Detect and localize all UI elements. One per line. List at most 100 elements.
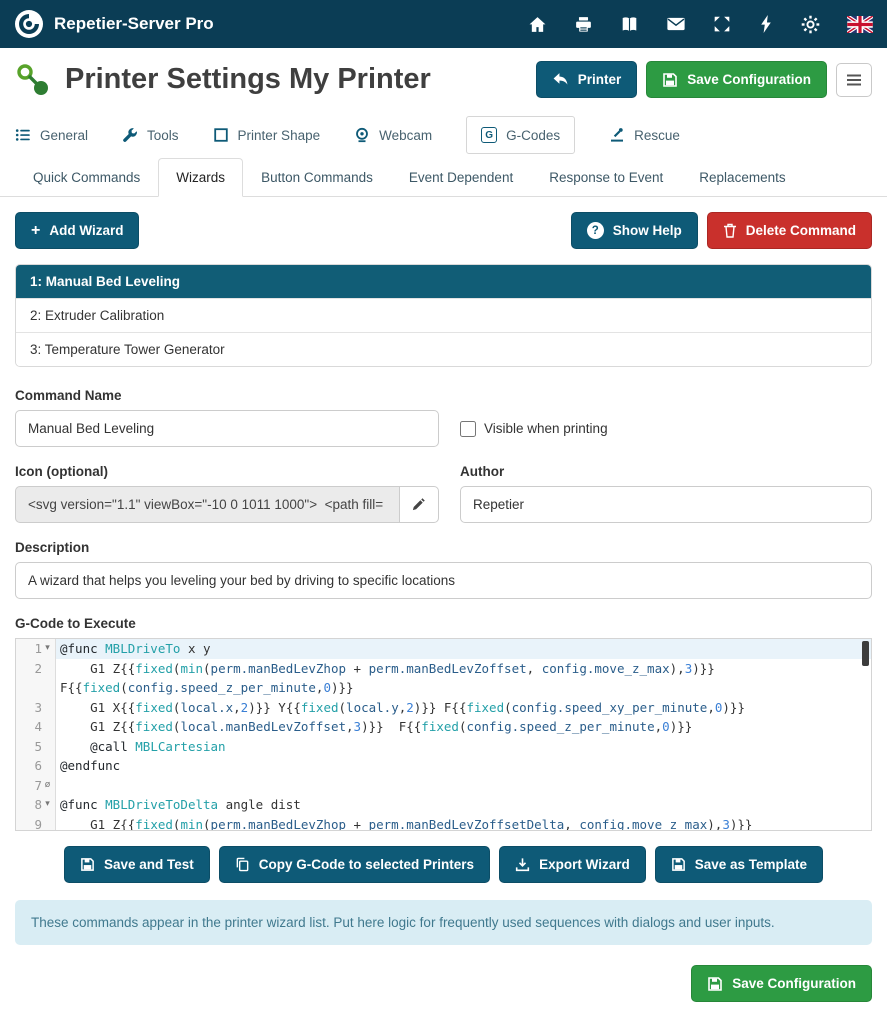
save-icon: [671, 857, 686, 872]
editor-gutter: 9: [16, 815, 56, 832]
fold-marker-icon: [42, 698, 53, 718]
editor-line-code[interactable]: G1 Z{{fixed(min(perm.manBedLevZhop + per…: [56, 815, 871, 832]
editor-line[interactable]: 4 G1 Z{{fixed(local.manBedLevZoffset,3)}…: [16, 717, 871, 737]
info-box: These commands appear in the printer wiz…: [15, 900, 872, 945]
editor-line-code[interactable]: @endfunc: [56, 756, 871, 776]
tab-printer-shape[interactable]: Printer Shape: [213, 117, 321, 153]
editor-line-code[interactable]: @call MBLCartesian: [56, 737, 871, 757]
wizard-list-item-2[interactable]: 2: Extruder Calibration: [16, 298, 871, 332]
editor-gutter: 3: [16, 698, 56, 718]
fold-marker-icon: [42, 756, 53, 776]
save-icon: [80, 857, 95, 872]
gear-icon[interactable]: [801, 15, 820, 34]
editor-line[interactable]: 9 G1 Z{{fixed(min(perm.manBedLevZhop + p…: [16, 815, 871, 832]
export-wizard-button[interactable]: Export Wizard: [499, 846, 646, 883]
expand-arrows-icon[interactable]: [713, 15, 731, 33]
editor-line-code[interactable]: @func MBLDriveTo x y: [56, 639, 871, 659]
fold-marker-icon: [42, 717, 53, 737]
header-menu-button[interactable]: [836, 63, 872, 97]
editor-line-code[interactable]: @func MBLDriveToDelta angle dist: [56, 795, 871, 815]
editor-scrollbar-thumb[interactable]: [862, 641, 869, 666]
save-configuration-button-top[interactable]: Save Configuration: [646, 61, 827, 98]
bolt-icon[interactable]: [758, 15, 774, 33]
subtab-replacements[interactable]: Replacements: [681, 158, 803, 197]
subtab-event-dependent[interactable]: Event Dependent: [391, 158, 531, 197]
save-configuration-button-bottom[interactable]: Save Configuration: [691, 965, 872, 1002]
fold-marker-icon: [42, 815, 53, 832]
description-label: Description: [15, 540, 872, 555]
wizard-list: 1: Manual Bed Leveling 2: Extruder Calib…: [15, 264, 872, 367]
save-and-test-button[interactable]: Save and Test: [64, 846, 210, 883]
editor-line[interactable]: 2 G1 Z{{fixed(min(perm.manBedLevZhop + p…: [16, 659, 871, 679]
page-title: Printer Settings My Printer: [65, 63, 431, 96]
save-as-template-button[interactable]: Save as Template: [655, 846, 823, 883]
fold-marker-icon[interactable]: ▾: [42, 639, 53, 659]
save-icon: [707, 976, 723, 992]
editor-line[interactable]: F{{fixed(config.speed_z_per_minute,0)}}: [16, 678, 871, 698]
tab-rescue[interactable]: Rescue: [609, 117, 680, 153]
visible-when-printing-label: Visible when printing: [484, 421, 608, 436]
edit-icon-button[interactable]: [399, 486, 439, 523]
tab-gcodes[interactable]: G G-Codes: [466, 116, 575, 154]
editor-gutter: 5: [16, 737, 56, 757]
back-to-printer-button[interactable]: Printer: [536, 61, 638, 98]
editor-gutter: 6: [16, 756, 56, 776]
author-input[interactable]: [460, 486, 872, 523]
fold-marker-icon: [42, 737, 53, 757]
header-actions: Printer Save Configuration: [536, 61, 872, 98]
editor-line[interactable]: 6@endfunc: [16, 756, 871, 776]
visible-when-printing-checkbox[interactable]: [460, 421, 476, 437]
editor-line[interactable]: 1▾@func MBLDriveTo x y: [16, 639, 871, 659]
book-icon[interactable]: [620, 16, 639, 33]
editor-line[interactable]: 7ø: [16, 776, 871, 796]
printer-icon[interactable]: [574, 16, 593, 33]
copy-gcode-button[interactable]: Copy G-Code to selected Printers: [219, 846, 490, 883]
top-navbar: Repetier-Server Pro: [0, 0, 887, 48]
description-input[interactable]: [15, 562, 872, 599]
mail-icon[interactable]: [666, 16, 686, 32]
wizard-list-item-3[interactable]: 3: Temperature Tower Generator: [16, 332, 871, 366]
fold-marker-icon[interactable]: ▾: [42, 795, 53, 815]
download-icon: [515, 857, 530, 872]
language-flag-uk-icon[interactable]: [847, 16, 873, 33]
editor-line[interactable]: 8▾@func MBLDriveToDelta angle dist: [16, 795, 871, 815]
navbar-icons: [528, 15, 873, 34]
add-wizard-button[interactable]: + Add Wizard: [15, 212, 139, 249]
settings-tab-bar: General Tools Printer Shape Webcam G G-C…: [0, 104, 887, 156]
editor-line[interactable]: 5 @call MBLCartesian: [16, 737, 871, 757]
editor-line-code[interactable]: G1 Z{{fixed(min(perm.manBedLevZhop + per…: [56, 659, 871, 679]
list-icon: [15, 127, 31, 143]
show-help-button[interactable]: ? Show Help: [571, 212, 698, 249]
tab-general[interactable]: General: [15, 117, 88, 153]
editor-line-code[interactable]: G1 Z{{fixed(local.manBedLevZoffset,3)}} …: [56, 717, 871, 737]
wizard-list-item-1[interactable]: 1: Manual Bed Leveling: [16, 265, 871, 298]
subtab-response-to-event[interactable]: Response to Event: [531, 158, 681, 197]
subtab-button-commands[interactable]: Button Commands: [243, 158, 391, 197]
fold-marker-icon: [42, 678, 53, 698]
icon-label: Icon (optional): [15, 464, 439, 479]
brand[interactable]: Repetier-Server Pro: [14, 9, 214, 39]
delete-command-button[interactable]: Delete Command: [707, 212, 872, 249]
icon-svg-input[interactable]: [15, 486, 399, 523]
wizard-form: Command Name Visible when printing Icon …: [0, 367, 887, 831]
editor-line-code[interactable]: G1 X{{fixed(local.x,2)}} Y{{fixed(local.…: [56, 698, 871, 718]
command-name-input[interactable]: [15, 410, 439, 447]
editor-line[interactable]: 3 G1 X{{fixed(local.x,2)}} Y{{fixed(loca…: [16, 698, 871, 718]
tools-icon: [122, 127, 138, 143]
editor-line-code[interactable]: [56, 776, 871, 796]
toolbar-right-group: ? Show Help Delete Command: [571, 212, 872, 249]
tab-webcam[interactable]: Webcam: [354, 117, 432, 153]
trash-icon: [723, 223, 737, 238]
gcode-label: G-Code to Execute: [15, 616, 872, 631]
home-icon[interactable]: [528, 16, 547, 33]
visible-when-printing-row: Visible when printing: [460, 410, 872, 447]
tab-tools[interactable]: Tools: [122, 117, 179, 153]
subtab-wizards[interactable]: Wizards: [158, 158, 243, 197]
fold-marker-icon[interactable]: ø: [42, 776, 53, 796]
copy-icon: [235, 857, 250, 872]
brand-title: Repetier-Server Pro: [54, 14, 214, 34]
gcode-editor[interactable]: 1▾@func MBLDriveTo x y2 G1 Z{{fixed(min(…: [15, 638, 872, 831]
wizard-toolbar: + Add Wizard ? Show Help Delete Command: [0, 197, 887, 249]
subtab-quick-commands[interactable]: Quick Commands: [15, 158, 158, 197]
editor-line-code[interactable]: F{{fixed(config.speed_z_per_minute,0)}}: [56, 678, 871, 698]
